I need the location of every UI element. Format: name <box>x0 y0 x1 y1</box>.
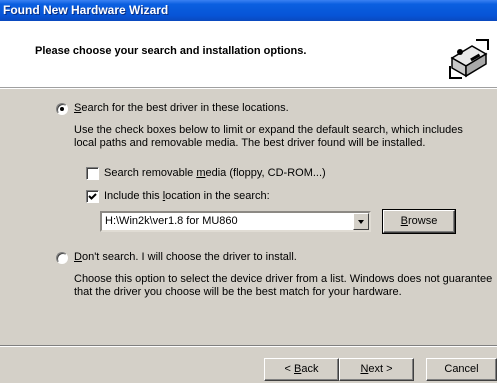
radio-dont-search-label[interactable]: Don't search. I will choose the driver t… <box>74 251 297 263</box>
combobox-dropdown-button[interactable] <box>353 213 369 230</box>
label-part: edia (floppy, CD-ROM...) <box>205 167 326 179</box>
hardware-wizard-icon <box>446 36 492 82</box>
page-heading: Please choose your search and installati… <box>35 45 307 57</box>
checkmark-icon <box>88 193 97 200</box>
chevron-down-icon <box>358 220 364 224</box>
label-part: Include this <box>104 190 163 202</box>
checkbox-removable-media[interactable] <box>86 167 99 180</box>
accelerator-key: B <box>400 215 408 227</box>
search-description: Use the check boxes below to limit or ex… <box>74 124 463 149</box>
checkbox-removable-media-label[interactable]: Search removable media (floppy, CD-ROM..… <box>104 167 326 179</box>
manual-description: Choose this option to select the device … <box>74 273 493 298</box>
label-part: earch for the best driver in these locat… <box>81 102 289 114</box>
location-combobox[interactable]: H:\Win2k\ver1.8 for MU860 <box>100 211 371 232</box>
radio-search-best-driver-label[interactable]: Search for the best driver in these loca… <box>74 102 289 114</box>
footer-divider-highlight <box>0 346 497 347</box>
cancel-button[interactable]: Cancel <box>426 358 497 381</box>
browse-button[interactable]: Browse <box>382 209 456 234</box>
checkbox-include-location[interactable] <box>86 190 99 203</box>
header-divider-highlight <box>0 88 497 89</box>
location-value[interactable]: H:\Win2k\ver1.8 for MU860 <box>105 215 238 227</box>
radio-dont-search[interactable] <box>56 252 68 264</box>
checkbox-include-location-label[interactable]: Include this location in the search: <box>104 190 270 202</box>
label-part: ack <box>301 363 319 375</box>
label-part: < <box>284 363 294 375</box>
back-button[interactable]: < Back <box>264 358 339 381</box>
label-part: on't search. I will choose the driver to… <box>81 251 297 263</box>
label-part: ocation in the search: <box>165 190 270 202</box>
accelerator-key: m <box>196 167 206 179</box>
radio-selected-dot <box>60 107 64 111</box>
title-bar[interactable]: Found New Hardware Wizard <box>0 0 497 21</box>
next-button[interactable]: Next > <box>339 358 414 381</box>
window-title: Found New Hardware Wizard <box>3 3 169 17</box>
label-part: ext > <box>368 363 393 375</box>
accelerator-key: D <box>74 251 82 263</box>
radio-search-best-driver[interactable] <box>56 103 68 115</box>
label-part: rowse <box>408 215 438 227</box>
wizard-header: Please choose your search and installati… <box>0 21 497 87</box>
label-part: Search removable <box>104 167 197 179</box>
